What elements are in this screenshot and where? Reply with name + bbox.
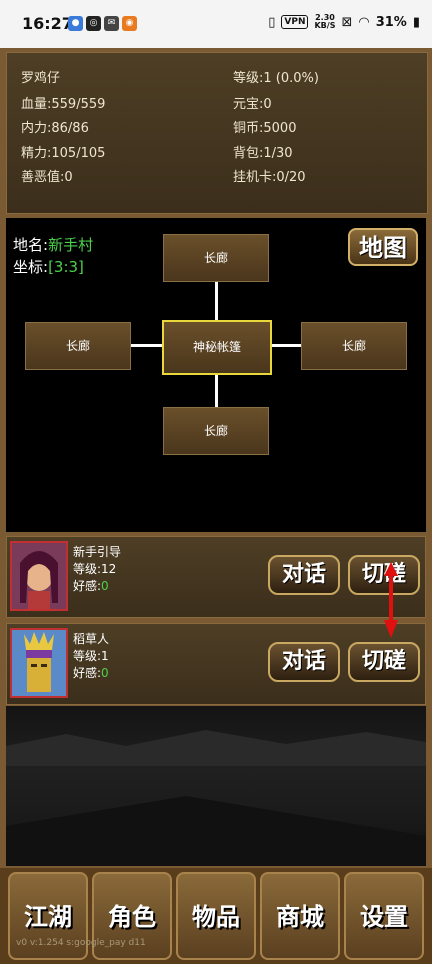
vibrate-icon: ▯ [268, 14, 276, 30]
path-north [215, 282, 218, 320]
coord-value: [3:3] [48, 258, 84, 276]
stat-stamina: 精力:105/105 [21, 146, 106, 161]
battery-percent: 31% [375, 14, 407, 30]
rss-icon: ◉ [122, 16, 137, 31]
room-current[interactable]: 神秘帐篷 [162, 320, 272, 375]
npc-favor: 好感:0 [73, 664, 109, 681]
vpn-badge: VPN [281, 15, 309, 29]
status-indicators: ▯ VPN 2.30 KB/S ⊠ ◠ 31% ▮ [268, 14, 420, 30]
room-south[interactable]: 长廊 [163, 407, 269, 455]
place-label: 地名: [13, 236, 49, 254]
stat-yuanbao: 元宝:0 [233, 97, 272, 112]
spar-button[interactable]: 切磋 [348, 642, 420, 682]
cc-icon: ● [68, 16, 83, 31]
npc-name: 稻草人 [73, 632, 110, 646]
npc-row-scarecrow: 稻草人 等级:1 好感:0 对话 切磋 [6, 623, 426, 705]
location-name: 地名:新手村 [13, 234, 93, 255]
stat-hangcard: 挂机卡:0/20 [233, 170, 306, 185]
wifi-icon: ◠ [358, 14, 370, 30]
room-west[interactable]: 长廊 [25, 322, 131, 370]
player-stats-panel: 罗鸡仔 血量:559/559 内力:86/86 精力:105/105 善恶值:0… [6, 52, 428, 214]
tab-shop[interactable]: 商城 [260, 872, 340, 960]
favor-label: 好感: [73, 579, 102, 593]
path-south [215, 374, 218, 408]
npc-level: 等级:1 [73, 649, 109, 663]
stat-copper: 铜币:5000 [233, 121, 297, 136]
stat-level: 等级:1 (0.0%) [233, 71, 319, 86]
favor-label: 好感: [73, 666, 102, 680]
npc-favor: 好感:0 [73, 577, 109, 594]
npc-portrait-scarecrow [10, 628, 68, 698]
speed-unit: KB/S [314, 21, 336, 30]
stat-bag: 背包:1/30 [233, 146, 293, 161]
coord-label: 坐标: [13, 258, 49, 276]
mail-icon: ✉ [104, 16, 119, 31]
background-scenery [6, 706, 426, 866]
status-bar: 16:27 ● ◎ ✉ ◉ ▯ VPN 2.30 KB/S ⊠ ◠ 31% ▮ [0, 0, 432, 48]
place-value: 新手村 [48, 236, 94, 254]
favor-value: 0 [101, 579, 109, 593]
path-west [131, 344, 163, 347]
player-name: 罗鸡仔 [21, 71, 61, 86]
talk-button[interactable]: 对话 [268, 642, 340, 682]
location-coord: 坐标:[3:3] [13, 256, 84, 277]
clock: 16:27 [22, 14, 73, 33]
bottom-tab-bar: 江湖 角色 物品 商城 设置 [0, 868, 432, 964]
network-speed: 2.30 KB/S [314, 14, 335, 30]
no-sim-icon: ⊠ [341, 14, 353, 30]
red-arrow-annotation [384, 562, 398, 638]
npc-name: 新手引导 [73, 545, 122, 559]
room-north[interactable]: 长廊 [163, 234, 269, 282]
favor-value: 0 [101, 666, 109, 680]
stat-hp: 血量:559/559 [21, 97, 106, 112]
room-east[interactable]: 长廊 [301, 322, 407, 370]
battery-icon: ▮ [412, 14, 420, 30]
tab-settings[interactable]: 设置 [344, 872, 424, 960]
map-button[interactable]: 地图 [348, 228, 418, 266]
stat-mp: 内力:86/86 [21, 121, 89, 136]
npc-level: 等级:12 [73, 562, 117, 576]
talk-button[interactable]: 对话 [268, 555, 340, 595]
swirl-icon: ◎ [86, 16, 101, 31]
path-east [270, 344, 302, 347]
map-area: 地名:新手村 坐标:[3:3] 地图 长廊 长廊 神秘帐篷 长廊 长廊 [6, 218, 426, 532]
npc-row-guide: 新手引导 等级:12 好感:0 对话 切磋 [6, 536, 426, 618]
npc-portrait-guide [10, 541, 68, 611]
version-text: v0 v:1.254 s:google_pay d11 [16, 938, 146, 948]
tab-items[interactable]: 物品 [176, 872, 256, 960]
stat-karma: 善恶值:0 [21, 170, 73, 185]
